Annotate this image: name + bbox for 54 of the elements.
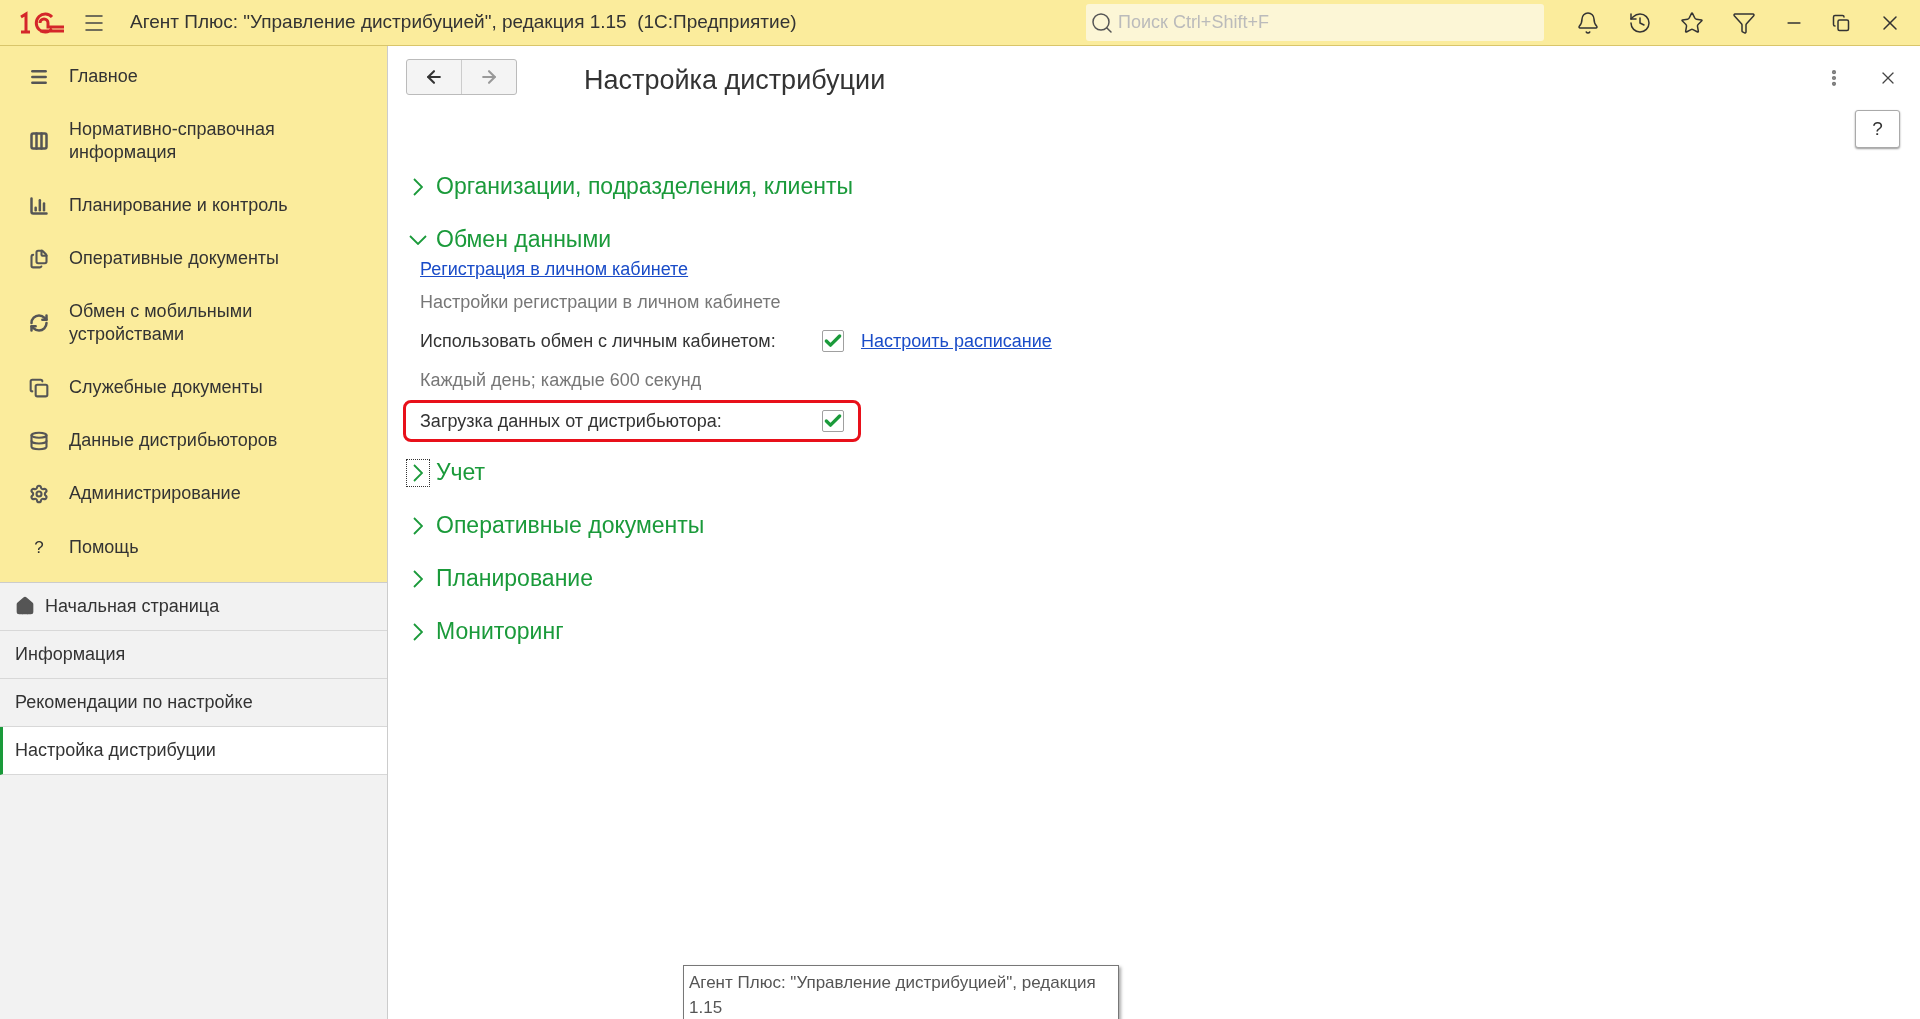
section-item[interactable]: Главное — [0, 50, 387, 103]
open-window-tab[interactable]: Начальная страница — [0, 582, 387, 631]
section-item[interactable]: Администрирование — [0, 467, 387, 520]
checkbox-label: Загрузка данных от дистрибьютора: — [420, 409, 723, 433]
search-icon — [1090, 10, 1114, 35]
section-item[interactable]: Данные дистрибьюторов — [0, 414, 387, 467]
tooltip: Агент Плюс: "Управление дистрибуцией", редакция 1.15 — [683, 965, 1119, 1019]
home-icon — [15, 596, 35, 616]
chevron-down-icon — [409, 234, 427, 245]
search-field[interactable]: Поиск Ctrl+Shift+F — [1086, 4, 1544, 41]
question-mark-icon: ? — [29, 535, 49, 561]
link[interactable]: Регистрация в личном кабинете — [420, 254, 689, 284]
section-item[interactable]: Оперативные документы — [0, 232, 387, 285]
open-window-tab[interactable]: Информация — [0, 630, 387, 679]
group-header[interactable]: Планирование — [406, 552, 593, 605]
link[interactable]: Настроить расписание — [861, 327, 1052, 355]
notification-icon[interactable] — [1576, 10, 1600, 35]
help-button[interactable]: ? — [1855, 110, 1900, 148]
bar-chart-icon — [29, 195, 49, 216]
chevron-right-icon — [413, 463, 423, 482]
section-item[interactable]: ? Помощь — [0, 520, 387, 576]
star-icon[interactable] — [1680, 10, 1704, 35]
window-title: Агент Плюс: "Управление дистрибуцией", редакция 1.15 (1С:Предприятие) — [130, 10, 797, 35]
checkbox-label: Использовать обмен с личным кабинетом: — [420, 329, 777, 353]
logo-icon — [18, 10, 66, 35]
chevron-right-icon — [413, 516, 423, 535]
checkbox[interactable] — [822, 330, 844, 352]
sync-icon — [29, 313, 49, 333]
filter-icon[interactable] — [1732, 10, 1756, 35]
group-header[interactable]: Оперативные документы — [406, 499, 705, 552]
documents-icon — [29, 248, 49, 269]
section-item[interactable]: Нормативно-справочная информация — [0, 103, 387, 179]
section-item[interactable]: Служебные документы — [0, 361, 387, 414]
history-icon[interactable] — [1628, 10, 1652, 35]
documents-icon — [29, 377, 49, 398]
columns-icon — [29, 131, 49, 151]
group-header[interactable]: Учет — [406, 446, 486, 499]
hint-text: Каждый день; каждые 600 секунд — [420, 368, 702, 392]
section-item[interactable]: Планирование и контроль — [0, 179, 387, 232]
database-icon — [29, 430, 49, 451]
section-item[interactable]: Обмен с мобильными устройствами — [0, 285, 387, 361]
chevron-right-icon — [413, 569, 423, 588]
form-title: Настройка дистрибуции — [584, 64, 886, 97]
search-input[interactable]: Поиск Ctrl+Shift+F — [1118, 9, 1540, 36]
group-header[interactable]: Организации, подразделения, клиенты — [406, 160, 853, 213]
chevron-right-icon — [413, 622, 423, 641]
open-window-tab[interactable]: Настройка дистрибуции — [0, 726, 387, 775]
checkbox[interactable] — [822, 410, 844, 432]
chevron-right-icon — [413, 177, 423, 196]
open-window-tab[interactable]: Рекомендации по настройке — [0, 678, 387, 727]
settings-icon — [29, 483, 49, 504]
group-header[interactable]: Мониторинг — [406, 605, 564, 658]
hint-text: Настройки регистрации в личном кабинете — [420, 290, 781, 314]
restore-icon[interactable] — [1832, 13, 1850, 32]
